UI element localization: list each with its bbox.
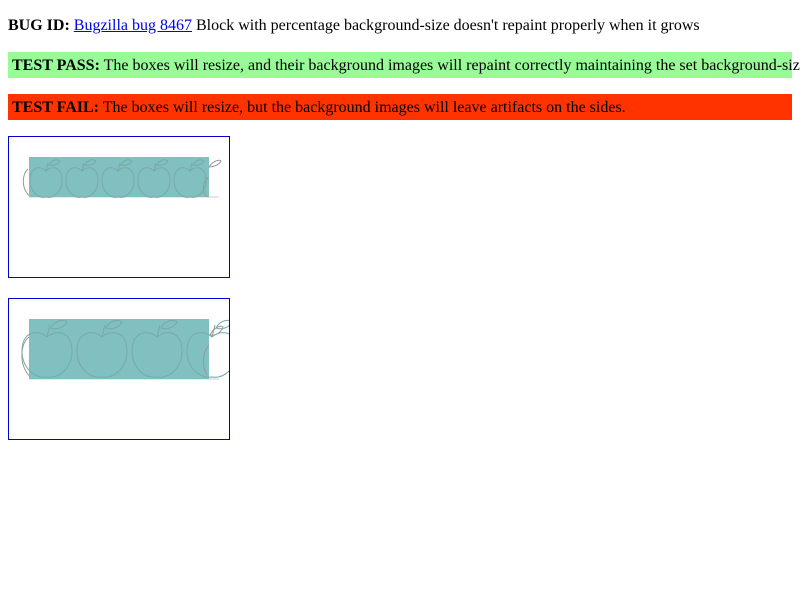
bug-id-label: BUG ID: [8, 17, 70, 34]
large-apple-canvas [21, 319, 229, 380]
small-apple-canvas [22, 157, 222, 198]
small-apple-box [8, 136, 230, 278]
test-fail-text: The boxes will resize, but the backgroun… [102, 99, 626, 116]
test-pass-text: The boxes will resize, and their backgro… [103, 57, 800, 74]
bug-description: Block with percentage background-size do… [196, 17, 700, 34]
test-pass-label: TEST PASS: [12, 57, 100, 74]
test-pass-banner: TEST PASS: The boxes will resize, and th… [8, 52, 800, 78]
test-fail-banner: TEST FAIL: The boxes will resize, but th… [8, 94, 792, 120]
large-apple-box [8, 298, 230, 440]
bugzilla-link[interactable]: Bugzilla bug 8467 [74, 17, 192, 34]
tile-background [29, 157, 209, 197]
test-fail-label: TEST FAIL: [12, 99, 99, 116]
bug-id-line: BUG ID: Bugzilla bug 8467 Block with per… [8, 16, 700, 35]
